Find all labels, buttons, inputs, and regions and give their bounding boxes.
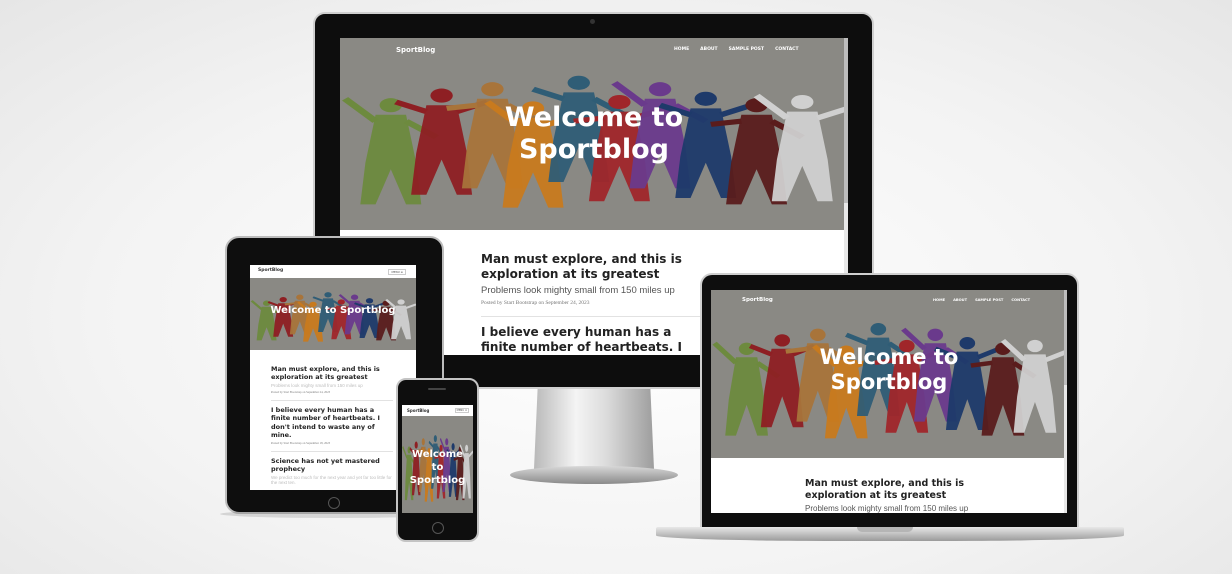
athlete-head — [433, 435, 437, 443]
athlete-head — [809, 328, 826, 341]
tablet-hero-title: Welcome to Sportblog — [270, 305, 396, 316]
tablet-post-title-2[interactable]: I believe every human has a finite numbe… — [271, 406, 393, 439]
athlete-head — [927, 328, 944, 341]
laptop-nav-contact-link[interactable]: CONTACT — [1011, 298, 1030, 302]
tablet-post-divider — [271, 400, 393, 402]
desktop-stand — [534, 389, 654, 469]
laptop-post-list: Man must explore, and this is exploratio… — [805, 478, 975, 513]
laptop-notch — [857, 527, 913, 532]
laptop-post-title-1[interactable]: Man must explore, and this is exploratio… — [805, 478, 975, 502]
desktop-nav: HOME ABOUT SAMPLE POST CONTACT — [674, 47, 799, 52]
tablet-home-button-icon — [328, 497, 340, 509]
laptop-nav-sample-post-link[interactable]: SAMPLE POST — [975, 298, 1003, 302]
athlete-head — [421, 438, 425, 446]
athlete-head — [870, 323, 887, 336]
laptop-brand-link[interactable]: SportBlog — [742, 297, 773, 303]
nav-about-link[interactable]: ABOUT — [700, 47, 717, 52]
tablet-menu-button[interactable]: MENU ≡ — [388, 269, 406, 275]
nav-sample-post-link[interactable]: SAMPLE POST — [729, 47, 764, 52]
tablet-post-meta-2: Posted by Start Bootstrap on September 1… — [271, 440, 331, 445]
nav-contact-link[interactable]: CONTACT — [775, 47, 798, 52]
tablet-post-title-3[interactable]: Science has not yet mastered prophecy — [271, 457, 393, 473]
phone-home-button-icon — [432, 522, 444, 534]
athlete-head — [365, 298, 374, 304]
tablet-brand-link[interactable]: SportBlog — [258, 268, 283, 273]
post-divider — [481, 316, 706, 317]
phone-hero-title: Welcome to Sportblog — [409, 449, 466, 486]
tablet-navbar: SportBlog MENU ≡ — [250, 265, 416, 279]
laptop-nav: HOME ABOUT SAMPLE POST CONTACT — [933, 298, 1030, 302]
athlete-head — [337, 299, 345, 305]
desktop-stand-base — [510, 466, 678, 484]
phone-brand-link[interactable]: SportBlog — [407, 408, 429, 413]
athlete-head — [397, 299, 405, 305]
phone-screen: SportBlog MENU ≡ Welcome to Sportblog — [402, 405, 473, 513]
athlete-head — [481, 82, 504, 97]
laptop-screen: SportBlog HOME ABOUT SAMPLE POST CONTACT… — [711, 290, 1067, 513]
tablet-post-title-1[interactable]: Man must explore, and this is exploratio… — [271, 365, 393, 381]
athlete-head — [279, 296, 287, 303]
desktop-post-list: Man must explore, and this is exploratio… — [481, 252, 706, 355]
athlete-head — [296, 294, 304, 300]
laptop-scrollbar[interactable] — [1064, 290, 1067, 513]
desktop-hero-title: Welcome to Sportblog — [504, 102, 684, 166]
laptop-nav-about-link[interactable]: ABOUT — [953, 298, 967, 302]
athlete-head — [445, 438, 449, 446]
post-meta-1: Posted by Start Bootstrap on September 2… — [481, 300, 590, 306]
phone-menu-button[interactable]: MENU ≡ — [454, 408, 469, 413]
post-title-2[interactable]: I believe every human has a finite numbe… — [481, 325, 706, 355]
tablet-screen: SportBlog MENU ≡ Welcome to Sportblog Ma… — [250, 265, 416, 490]
desktop-brand-link[interactable]: SportBlog — [396, 46, 435, 54]
laptop-hero-title: Welcome to Sportblog — [819, 345, 959, 395]
athlete-head — [324, 292, 332, 298]
phone-hero: Welcome to Sportblog — [402, 416, 473, 513]
nav-home-link[interactable]: HOME — [674, 47, 689, 52]
tablet-post-subtitle-1: Problems look mighty small from 150 mile… — [271, 383, 363, 389]
desktop-camera-icon — [590, 19, 595, 24]
laptop-post-subtitle-1: Problems look mighty small from 150 mile… — [805, 503, 969, 513]
athlete-head — [430, 88, 453, 103]
laptop-nav-home-link[interactable]: HOME — [933, 298, 945, 302]
athlete-head — [567, 75, 590, 90]
tablet-hero: Welcome to Sportblog — [250, 278, 416, 350]
desktop-hero: SportBlog HOME ABOUT SAMPLE POST CONTACT… — [340, 38, 848, 230]
tablet-post-meta-1: Posted by Start Bootstrap on September 2… — [271, 390, 331, 395]
tablet-post-list: Man must explore, and this is exploratio… — [271, 365, 393, 485]
post-title-1[interactable]: Man must explore, and this is exploratio… — [481, 252, 706, 282]
laptop-hero: SportBlog HOME ABOUT SAMPLE POST CONTACT… — [711, 290, 1067, 458]
post-subtitle-1: Problems look mighty small from 150 mile… — [481, 285, 675, 296]
tablet-post-subtitle-3: We predict too much for the next year an… — [271, 475, 392, 485]
phone-speaker-icon — [428, 388, 446, 390]
tablet-post-divider — [271, 450, 393, 452]
athlete-head — [648, 82, 672, 97]
athlete-head — [350, 294, 359, 300]
